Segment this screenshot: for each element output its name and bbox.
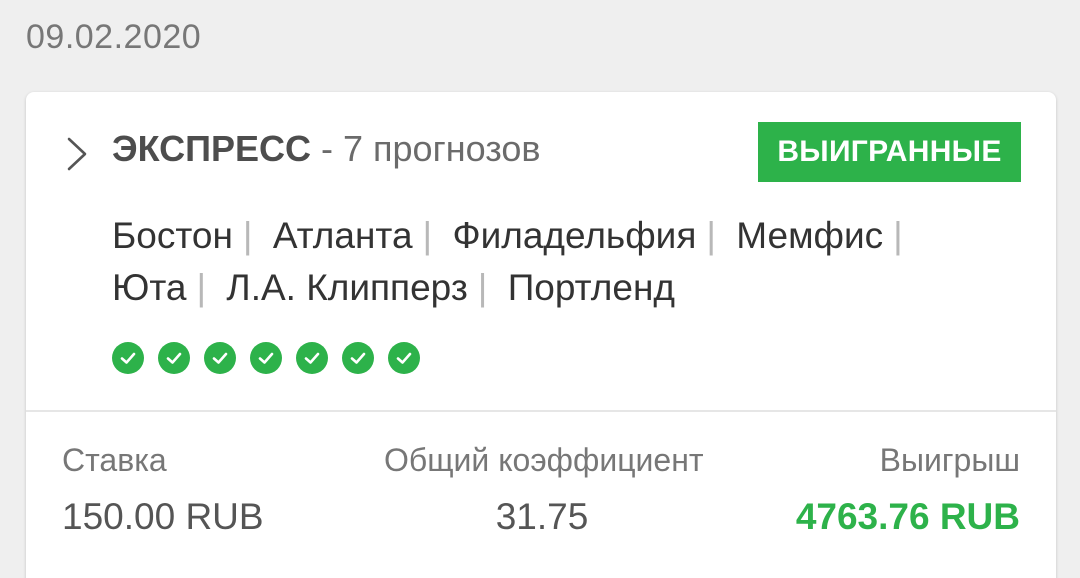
team-separator: |	[422, 215, 433, 256]
total-odds-value: 31.75	[495, 496, 589, 537]
team-separator: |	[477, 267, 488, 308]
bet-type-title: ЭКСПРЕСС - 7 прогнозов	[112, 128, 540, 170]
team-separator: |	[893, 215, 903, 256]
divider	[26, 410, 1056, 412]
team-name: Филадельфия	[452, 215, 697, 256]
team-name: Портленд	[507, 267, 675, 308]
payout-label: Выигрыш	[879, 442, 1020, 478]
bet-selection-count: - 7 прогнозов	[321, 128, 541, 169]
teams-list: Бостон | Атланта | Филадельфия | Мемфис | Ют…	[112, 210, 1012, 314]
check-circle-icon	[296, 342, 328, 374]
check-circle-icon	[388, 342, 420, 374]
selection-results	[112, 342, 420, 374]
total-odds-label: Общий коэффициент	[384, 442, 704, 478]
team-name: Атланта	[272, 215, 413, 256]
check-circle-icon	[158, 342, 190, 374]
check-circle-icon	[342, 342, 374, 374]
stake-label: Ставка	[62, 442, 167, 478]
bet-history-page: 09.02.2020 ЭКСПРЕСС - 7 прогнозов ВЫИГРА…	[0, 0, 1080, 578]
check-circle-icon	[250, 342, 282, 374]
check-circle-icon	[204, 342, 236, 374]
date-header: 09.02.2020	[26, 18, 202, 56]
team-name: Бостон	[112, 215, 233, 256]
team-separator: |	[706, 215, 716, 256]
team-name: Мемфис	[736, 215, 884, 256]
team-name: Юта	[112, 267, 187, 308]
bet-card[interactable]: ЭКСПРЕСС - 7 прогнозов ВЫИГРАННЫЕ Бостон…	[26, 92, 1056, 578]
chevron-right-icon[interactable]	[66, 136, 88, 172]
payout-value: 4763.76 RUB	[795, 496, 1020, 537]
team-separator: |	[242, 215, 253, 256]
team-name: Л.А. Клипперз	[226, 267, 468, 308]
status-badge: ВЫИГРАННЫЕ	[758, 122, 1021, 182]
team-separator: |	[196, 267, 207, 308]
bet-type-name: ЭКСПРЕСС	[112, 128, 312, 169]
check-circle-icon	[112, 342, 144, 374]
stake-value: 150.00 RUB	[62, 496, 264, 537]
bet-card-header[interactable]: ЭКСПРЕСС - 7 прогнозов ВЫИГРАННЫЕ	[26, 92, 1056, 202]
